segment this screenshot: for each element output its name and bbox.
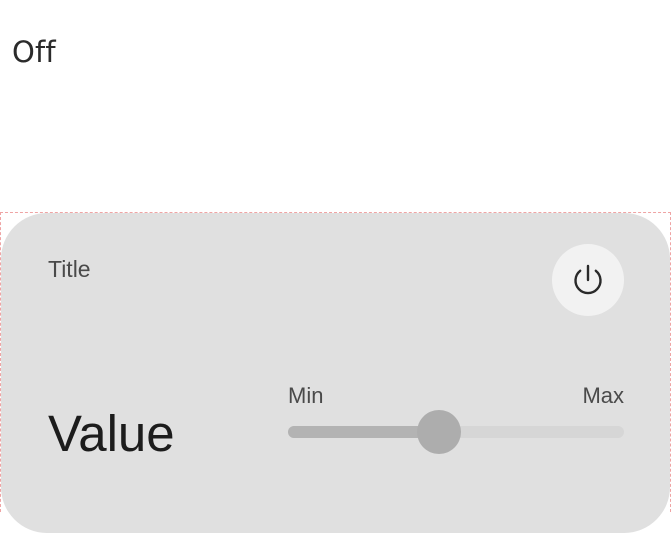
card-title: Title xyxy=(48,256,91,282)
slider-min-label: Min xyxy=(288,383,324,408)
control-card[interactable]: Title Value Min Max xyxy=(1,213,670,533)
card-value: Value xyxy=(48,405,175,462)
slider-thumb[interactable] xyxy=(417,410,462,454)
range-slider[interactable] xyxy=(288,410,624,454)
power-icon xyxy=(574,264,602,295)
power-button[interactable] xyxy=(552,244,624,316)
state-label: Off xyxy=(12,35,56,69)
slider-max-label: Max xyxy=(582,383,624,408)
